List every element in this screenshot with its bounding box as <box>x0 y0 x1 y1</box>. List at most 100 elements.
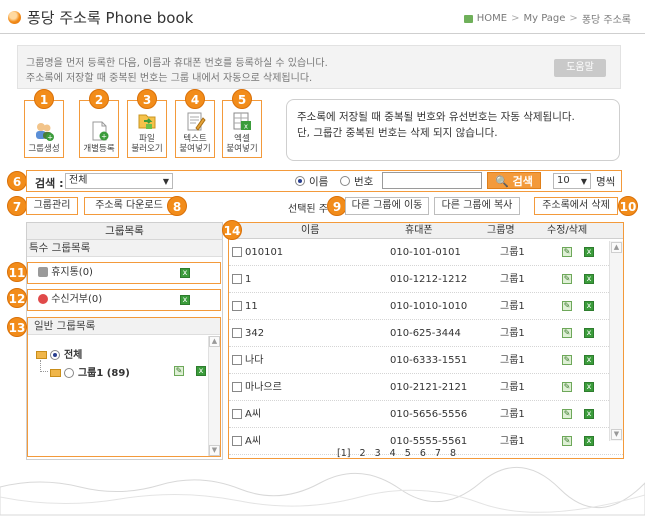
row-name: 342 <box>245 328 265 339</box>
group1-label: 그룹1 (89) <box>77 368 130 379</box>
page-link[interactable]: 5 <box>405 448 411 458</box>
delete-icon[interactable]: x <box>584 247 594 257</box>
group1-delete-icon[interactable]: x <box>196 366 206 376</box>
step-badge-7: 7 <box>7 196 27 216</box>
trash-icon <box>38 267 48 277</box>
page-current[interactable]: [1] <box>337 448 350 458</box>
table-row[interactable]: 마나으르 010-2121-2121 그룹1 ✎ x <box>229 374 623 401</box>
delete-icon[interactable]: x <box>584 328 594 338</box>
pagination: [1] 2 3 4 5 6 7 8 <box>337 448 456 458</box>
breadcrumb-home[interactable]: HOME <box>477 13 507 24</box>
edit-icon[interactable]: ✎ <box>562 382 572 392</box>
col-group: 그룹명 <box>487 225 515 236</box>
group-manage-button[interactable]: 그룹관리 <box>26 197 78 215</box>
page-link[interactable]: 2 <box>360 448 366 458</box>
delete-icon[interactable]: x <box>584 274 594 284</box>
group1-edit-icon[interactable]: ✎ <box>174 366 184 376</box>
row-checkbox[interactable] <box>232 355 242 365</box>
edit-icon[interactable]: ✎ <box>562 328 572 338</box>
search-button[interactable]: 🔍 검색 <box>487 172 541 189</box>
row-checkbox[interactable] <box>232 436 242 446</box>
group1-radio[interactable] <box>64 368 75 378</box>
delete-icon[interactable]: x <box>584 301 594 311</box>
row-checkbox[interactable] <box>232 409 242 419</box>
row-name: 마나으르 <box>245 382 282 393</box>
edit-icon[interactable]: ✎ <box>562 355 572 365</box>
step-badge-10: 10 <box>618 196 638 216</box>
page-link[interactable]: 8 <box>450 448 456 458</box>
row-checkbox[interactable] <box>232 301 242 311</box>
breadcrumb-mypage[interactable]: My Page <box>523 13 565 24</box>
page-size-select[interactable]: 10 ▼ <box>553 173 591 189</box>
row-checkbox[interactable] <box>232 274 242 284</box>
reject-group[interactable]: 수신거부(0) x <box>27 289 221 311</box>
search-input[interactable] <box>382 172 482 189</box>
special-group-header: 특수 그룹목록 <box>27 240 222 257</box>
group-all-item[interactable]: 전체 <box>36 346 82 361</box>
page-link[interactable]: 3 <box>375 448 381 458</box>
edit-icon[interactable]: ✎ <box>562 274 572 284</box>
page-link[interactable]: 6 <box>420 448 426 458</box>
notice-line-2: 단, 그룹간 중복된 번호는 삭제 되지 않습니다. <box>297 127 498 139</box>
delete-icon[interactable]: x <box>584 355 594 365</box>
trash-group[interactable]: 휴지통(0) x <box>27 262 221 284</box>
page-link[interactable]: 4 <box>390 448 396 458</box>
page-size-unit: 명씩 <box>596 176 616 188</box>
step-badge-4: 4 <box>185 89 205 109</box>
breadcrumb-separator: > <box>511 13 520 24</box>
download-button[interactable]: 주소록 다운로드 <box>84 197 174 215</box>
edit-icon[interactable]: ✎ <box>562 409 572 419</box>
file-import-icon <box>138 114 156 129</box>
block-icon <box>38 294 48 304</box>
delete-icon[interactable]: x <box>584 382 594 392</box>
table-row[interactable]: 342 010-625-3444 그룹1 ✎ x <box>229 320 623 347</box>
scroll-up-icon[interactable]: ▲ <box>611 242 622 253</box>
tool-label: 파일 불러오기 <box>131 134 163 154</box>
scroll-up-icon[interactable]: ▲ <box>209 336 220 347</box>
group-scrollbar[interactable]: ▲ ▼ <box>208 336 220 456</box>
group-all-radio[interactable] <box>50 350 61 360</box>
reject-delete-icon[interactable]: x <box>180 295 190 305</box>
row-checkbox[interactable] <box>232 328 242 338</box>
page-link[interactable]: 7 <box>435 448 441 458</box>
info-line-1: 그룹명을 먼저 등록한 다음, 이름과 휴대폰 번호를 등록하실 수 있습니다. <box>26 58 328 69</box>
copy-group-button[interactable]: 다른 그룹에 복사 <box>434 197 520 215</box>
row-group: 그룹1 <box>500 355 525 366</box>
general-group-header: 일반 그룹목록 <box>28 318 220 335</box>
table-scrollbar[interactable]: ▲ ▼ <box>609 241 623 441</box>
search-label: 검색 : <box>35 177 64 190</box>
table-row[interactable]: A씨 010-5656-5556 그룹1 ✎ x <box>229 401 623 428</box>
table-row[interactable]: 나다 010-6333-1551 그룹1 ✎ x <box>229 347 623 374</box>
group1-item[interactable]: 그룹1 (89) <box>50 364 130 379</box>
chevron-down-icon: ▼ <box>580 177 587 186</box>
table-row[interactable]: 1 010-1212-1212 그룹1 ✎ x <box>229 266 623 293</box>
tool-label: 엑셀 붙여넣기 <box>226 134 258 154</box>
row-checkbox[interactable] <box>232 247 242 257</box>
reject-label: 수신거부(0) <box>51 294 103 305</box>
scroll-down-icon[interactable]: ▼ <box>611 429 622 440</box>
edit-icon[interactable]: ✎ <box>562 301 572 311</box>
group-list-panel: 그룹목록 특수 그룹목록 휴지통(0) x 수신거부(0) x 일반 그룹목록 … <box>26 222 223 460</box>
group-select[interactable]: 전체 ▼ <box>65 173 173 189</box>
table-row[interactable]: 010101 010-101-0101 그룹1 ✎ x <box>229 239 623 266</box>
edit-icon[interactable]: ✎ <box>562 436 572 446</box>
general-group-section: 일반 그룹목록 전체 그룹1 (89) ✎ x ▲ ▼ <box>27 317 221 457</box>
help-button[interactable]: 도움말 <box>554 59 606 77</box>
edit-icon[interactable]: ✎ <box>562 247 572 257</box>
row-name: 010101 <box>245 247 284 258</box>
radio-phone-label: 번호 <box>354 176 374 188</box>
row-checkbox[interactable] <box>232 382 242 392</box>
radio-phone[interactable] <box>340 176 350 186</box>
delete-icon[interactable]: x <box>584 409 594 419</box>
move-group-button[interactable]: 다른 그룹에 이동 <box>345 197 429 215</box>
row-group: 그룹1 <box>500 247 525 258</box>
radio-name[interactable] <box>295 176 305 186</box>
trash-delete-icon[interactable]: x <box>180 268 190 278</box>
delete-icon[interactable]: x <box>584 436 594 446</box>
new-doc-icon: + <box>92 121 109 141</box>
scroll-down-icon[interactable]: ▼ <box>209 445 220 456</box>
table-row[interactable]: 11 010-1010-1010 그룹1 ✎ x <box>229 293 623 320</box>
delete-contacts-button[interactable]: 주소록에서 삭제 <box>534 197 618 215</box>
step-badge-6: 6 <box>7 171 27 191</box>
search-bar: 검색 : 전체 ▼ 이름 번호 🔍 검색 10 ▼ 명씩 <box>26 170 622 192</box>
